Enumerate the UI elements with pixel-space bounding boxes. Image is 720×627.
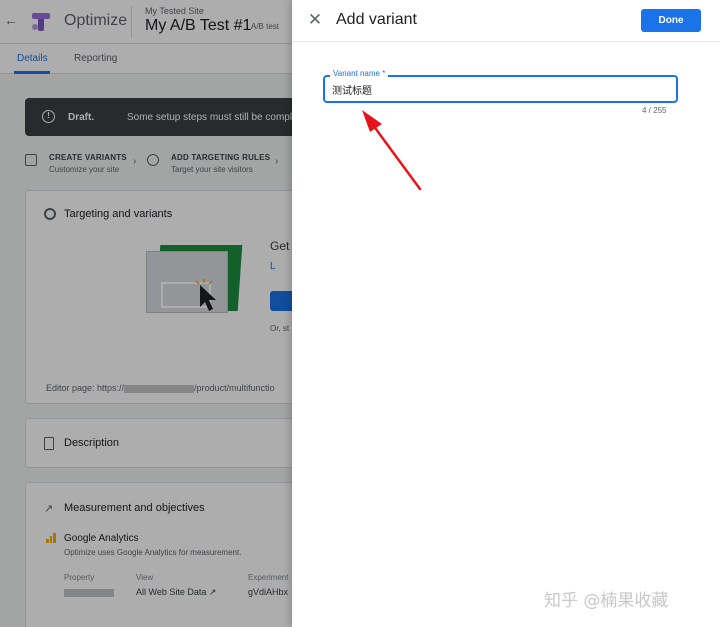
- panel-header: ✕ Add variant Done: [292, 0, 720, 42]
- variant-name-label: Variant name *: [330, 69, 389, 78]
- variant-name-input[interactable]: [332, 82, 662, 96]
- done-button[interactable]: Done: [641, 9, 701, 32]
- panel-title: Add variant: [336, 11, 417, 28]
- character-counter: 4 / 255: [642, 106, 667, 115]
- app-root: ← Optimize My Tested Site My A/B Test #1…: [0, 0, 720, 627]
- watermark-text: 知乎 @楠果收藏: [544, 591, 669, 611]
- add-variant-panel: ✕ Add variant Done Variant name * 4 / 25…: [292, 0, 720, 627]
- close-icon[interactable]: ✕: [306, 10, 324, 30]
